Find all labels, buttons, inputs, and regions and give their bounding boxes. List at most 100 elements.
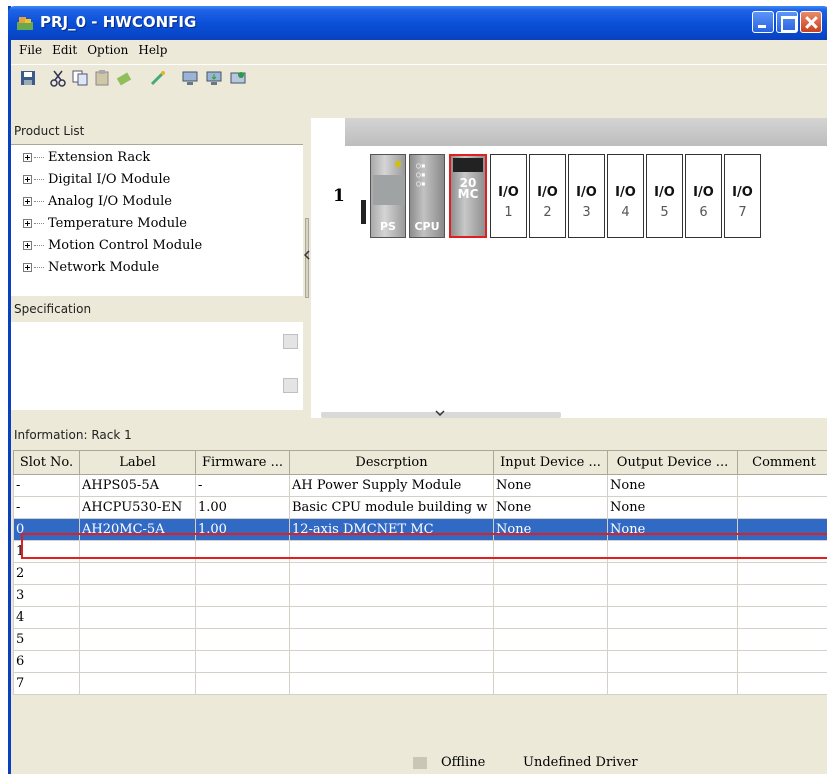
table-cell: -: [13, 496, 80, 519]
table-cell: [79, 562, 196, 585]
power-supply-module[interactable]: PS: [370, 154, 406, 238]
panel-splitter[interactable]: [303, 118, 311, 412]
col-slot-no[interactable]: Slot No.: [13, 450, 80, 475]
col-firmware[interactable]: Firmware ...: [195, 450, 290, 475]
tree-item-analog-io[interactable]: Analog I/O Module: [23, 194, 172, 212]
table-cell: [79, 628, 196, 651]
io-slot-7[interactable]: I/O 7: [724, 154, 761, 238]
tree-item-motion-control[interactable]: Motion Control Module: [23, 238, 202, 256]
expand-icon[interactable]: [23, 219, 32, 228]
close-button[interactable]: [800, 11, 822, 33]
maximize-button[interactable]: [776, 11, 798, 33]
paste-icon[interactable]: [93, 69, 111, 87]
expand-icon[interactable]: [23, 241, 32, 250]
table-cell: [289, 562, 494, 585]
col-input-device[interactable]: Input Device ...: [493, 450, 608, 475]
expand-icon[interactable]: [23, 263, 32, 272]
table-row[interactable]: 6: [13, 650, 827, 673]
menu-edit[interactable]: Edit: [47, 40, 82, 57]
motion-control-module[interactable]: 20 MC: [449, 154, 487, 238]
menu-option[interactable]: Option: [82, 40, 133, 57]
tree-item-extension-rack[interactable]: Extension Rack: [23, 150, 150, 168]
io-slot-number: 3: [582, 205, 591, 220]
minimize-button[interactable]: [752, 11, 774, 33]
io-slot-1[interactable]: I/O 1: [490, 154, 527, 238]
io-label: I/O: [654, 185, 675, 200]
expand-icon[interactable]: [23, 197, 32, 206]
hwconfig-app-icon: [17, 17, 33, 30]
table-row[interactable]: - AHPS05-5A - AH Power Supply Module None Non…: [13, 474, 827, 497]
tree-item-digital-io[interactable]: Digital I/O Module: [23, 172, 170, 190]
copy-icon[interactable]: [71, 69, 89, 87]
col-description[interactable]: Descrption: [289, 450, 494, 475]
col-comment[interactable]: Comment: [737, 450, 827, 475]
download-icon[interactable]: [205, 69, 223, 87]
table-cell: [607, 628, 738, 651]
tree-item-label: Temperature Module: [48, 216, 187, 231]
table-cell: [289, 606, 494, 629]
table-row[interactable]: 5: [13, 628, 827, 651]
io-label: I/O: [576, 185, 597, 200]
cpu-module[interactable]: ○▪ ○▪ ○▪ CPU: [409, 154, 445, 238]
io-slot-4[interactable]: I/O 4: [607, 154, 644, 238]
table-cell: [737, 650, 827, 673]
tree-item-network[interactable]: Network Module: [23, 260, 159, 278]
scroll-down-button[interactable]: [283, 378, 298, 393]
menu-help[interactable]: Help: [133, 40, 172, 57]
scroll-up-button[interactable]: [283, 334, 298, 349]
upload-icon[interactable]: [181, 69, 199, 87]
table-cell: [607, 562, 738, 585]
table-cell: [289, 628, 494, 651]
status-bar: Offline Undefined Driver: [11, 752, 827, 774]
table-row[interactable]: 4: [13, 606, 827, 629]
table-row[interactable]: 3: [13, 584, 827, 607]
toolbar: [11, 64, 827, 92]
io-slot-3[interactable]: I/O 3: [568, 154, 605, 238]
product-tree[interactable]: Extension Rack Digital I/O Module Analog…: [11, 144, 303, 296]
io-slot-number: 2: [543, 205, 552, 220]
chevron-left-icon[interactable]: [304, 250, 310, 260]
table-row[interactable]: - AHCPU530-EN 1.00 Basic CPU module buildin…: [13, 496, 827, 519]
table-cell: 2: [13, 562, 80, 585]
io-slot-6[interactable]: I/O 6: [685, 154, 722, 238]
io-slot-number: 1: [504, 205, 513, 220]
io-slot-5[interactable]: I/O 5: [646, 154, 683, 238]
table-cell: [195, 650, 290, 673]
led-icon: [395, 161, 401, 167]
menu-file[interactable]: File: [14, 40, 47, 57]
table-cell: [79, 606, 196, 629]
driver-status: Undefined Driver: [523, 755, 638, 770]
col-output-device[interactable]: Output Device ...: [607, 450, 738, 475]
title-bar[interactable]: PRJ_0 - HWCONFIG: [8, 6, 827, 40]
table-cell: [737, 496, 827, 519]
connection-status: Offline: [441, 755, 486, 770]
table-cell: [289, 584, 494, 607]
io-label: I/O: [537, 185, 558, 200]
table-cell: AH Power Supply Module: [289, 474, 494, 497]
table-cell: [737, 584, 827, 607]
tree-item-temperature[interactable]: Temperature Module: [23, 216, 187, 234]
delete-icon[interactable]: [115, 69, 133, 87]
save-icon[interactable]: [19, 69, 37, 87]
table-cell: AHCPU530-EN: [79, 496, 196, 519]
table-cell: 7: [13, 672, 80, 695]
specification-label: Specification: [14, 302, 92, 316]
table-row[interactable]: 7: [13, 672, 827, 695]
table-cell: [195, 562, 290, 585]
expand-icon[interactable]: [23, 175, 32, 184]
io-label: I/O: [498, 185, 519, 200]
wand-icon[interactable]: [149, 69, 167, 87]
chevron-down-icon[interactable]: [435, 410, 445, 416]
table-cell: [737, 474, 827, 497]
info-header: Information: Rack 1: [11, 420, 827, 448]
cut-icon[interactable]: [49, 69, 67, 87]
scan-icon[interactable]: [229, 69, 247, 87]
expand-icon[interactable]: [23, 153, 32, 162]
col-label[interactable]: Label: [79, 450, 196, 475]
io-slot-2[interactable]: I/O 2: [529, 154, 566, 238]
table-cell: 3: [13, 584, 80, 607]
table-cell: [737, 628, 827, 651]
table-row[interactable]: 2: [13, 562, 827, 585]
cpu-led-panel: ○▪ ○▪ ○▪: [416, 161, 426, 188]
io-slot-number: 7: [738, 205, 747, 220]
